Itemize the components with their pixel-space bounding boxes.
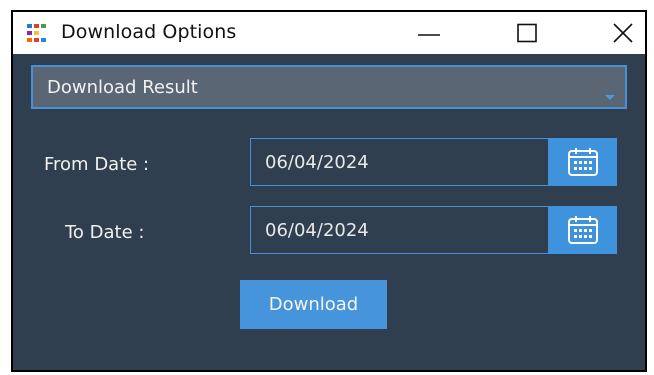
download-type-dropdown[interactable]: Download Result [31, 65, 627, 109]
close-icon [613, 23, 633, 43]
minimize-icon [418, 34, 440, 36]
window-title: Download Options [61, 21, 237, 43]
from-date-calendar-button[interactable] [549, 138, 617, 186]
maximize-icon [517, 23, 537, 43]
close-button[interactable] [599, 12, 647, 54]
download-button[interactable]: Download [240, 280, 387, 329]
calendar-icon [568, 148, 598, 176]
to-date-label: To Date : [65, 222, 145, 243]
to-date-calendar-button[interactable] [549, 206, 617, 254]
download-options-window: Download Options Download Result From Da… [11, 10, 647, 372]
from-date-value: 06/04/2024 [265, 152, 369, 173]
app-logo-icon [27, 24, 46, 42]
to-date-input[interactable]: 06/04/2024 [250, 206, 549, 254]
dialog-body: Download Result From Date : 06/04/2024 T… [13, 54, 645, 370]
maximize-button[interactable] [503, 12, 551, 54]
from-date-label: From Date : [44, 154, 150, 175]
to-date-value: 06/04/2024 [265, 220, 369, 241]
chevron-down-icon [605, 95, 615, 100]
minimize-button[interactable] [405, 12, 453, 54]
dropdown-selected-value: Download Result [47, 77, 198, 98]
title-bar: Download Options [13, 12, 645, 54]
calendar-icon [568, 216, 598, 244]
from-date-input[interactable]: 06/04/2024 [250, 138, 549, 186]
